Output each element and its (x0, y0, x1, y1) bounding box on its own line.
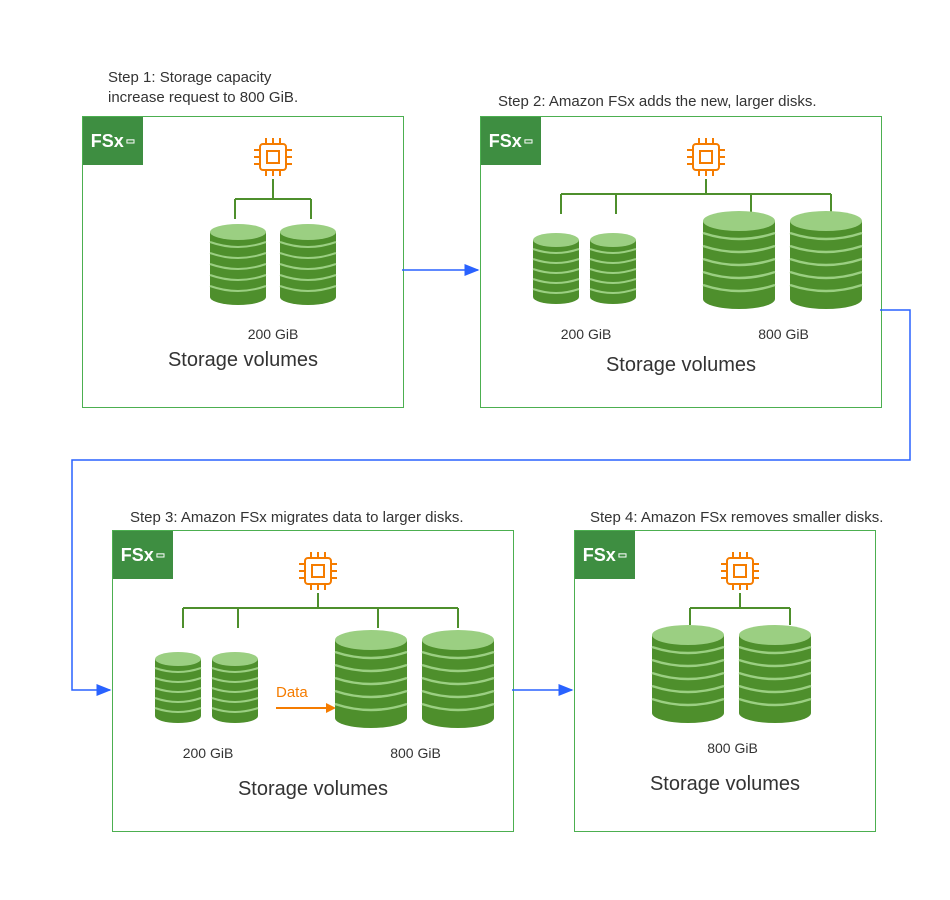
fsx-badge-icon: FSx▭ (83, 117, 143, 165)
disk-size-label: 200 GiB (203, 326, 343, 342)
storage-volumes-caption: Storage volumes (113, 778, 513, 801)
disk-large-icon (645, 621, 820, 731)
disk-small-icon (526, 227, 646, 317)
disk-group-large: 800 GiB (328, 626, 503, 761)
step-4-label: Step 4: Amazon FSx removes smaller disks… (590, 508, 883, 528)
disk-group-small: 200 GiB (148, 646, 268, 761)
disk-size-label: 200 GiB (148, 745, 268, 761)
storage-volumes-caption: Storage volumes (83, 349, 403, 372)
disk-size-label: 800 GiB (328, 745, 503, 761)
step-3-label: Step 3: Amazon FSx migrates data to larg… (130, 508, 464, 528)
data-migration-label: Data (276, 684, 336, 719)
cpu-icon (248, 132, 298, 182)
cpu-icon (681, 132, 731, 182)
step-2-box: FSx▭ 200 GiB 800 GiB Storage volumes (480, 116, 882, 408)
disk-group-large: 800 GiB (645, 621, 820, 756)
fsx-badge-icon: FSx▭ (575, 531, 635, 579)
disk-size-label: 800 GiB (696, 326, 871, 342)
cpu-icon (715, 546, 765, 596)
disk-small-icon (203, 217, 343, 317)
fsx-badge-icon: FSx▭ (481, 117, 541, 165)
step-4-box: FSx▭ 800 GiB Storage volumes (574, 530, 876, 832)
data-arrow-icon (276, 701, 336, 715)
storage-volumes-caption: Storage volumes (481, 354, 881, 377)
fsx-badge-icon: FSx▭ (113, 531, 173, 579)
disk-size-label: 800 GiB (645, 740, 820, 756)
step-2-label: Step 2: Amazon FSx adds the new, larger … (498, 92, 817, 112)
disk-size-label: 200 GiB (526, 326, 646, 342)
disk-group-small: 200 GiB (203, 217, 343, 342)
disk-group-large: 800 GiB (696, 207, 871, 342)
disk-group-small: 200 GiB (526, 227, 646, 342)
step-1-label: Step 1: Storage capacity increase reques… (108, 68, 298, 107)
storage-volumes-caption: Storage volumes (575, 773, 875, 796)
disk-small-icon (148, 646, 268, 736)
step-1-box: FSx▭ 200 GiB Storage volumes (82, 116, 404, 408)
disk-large-icon (696, 207, 871, 317)
step-3-box: FSx▭ 200 GiB Data 800 GiB Storage volume… (112, 530, 514, 832)
disk-large-icon (328, 626, 503, 736)
cpu-icon (293, 546, 343, 596)
